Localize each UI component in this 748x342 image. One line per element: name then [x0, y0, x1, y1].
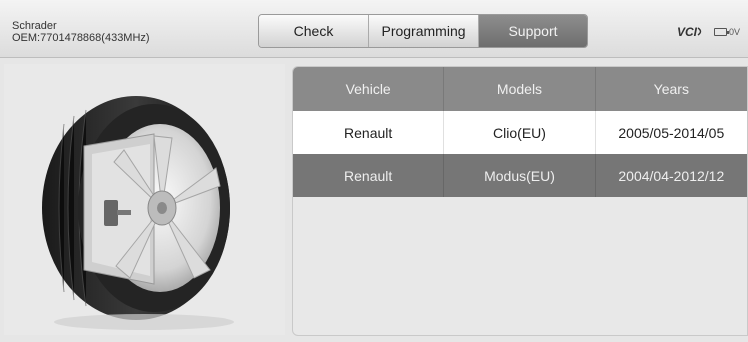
vci-indicator: VCI — [677, 25, 704, 39]
vci-signal-icon — [697, 27, 702, 36]
table-header: Vehicle Models Years — [293, 67, 747, 111]
support-table: Vehicle Models Years Renault Clio(EU) 20… — [292, 66, 748, 336]
battery-status: 0V — [713, 27, 740, 37]
illustration-panel — [4, 64, 285, 335]
cell-model: Modus(EU) — [444, 154, 596, 197]
cell-vehicle: Renault — [293, 154, 445, 197]
sensor-info: Schrader OEM:7701478868(433MHz) — [12, 20, 150, 44]
battery-icon — [713, 28, 729, 36]
status-area: VCI 0V — [677, 25, 740, 39]
cell-years: 2005/05-2014/05 — [618, 124, 725, 141]
column-years: Years — [653, 81, 689, 97]
column-vehicle: Vehicle — [293, 67, 445, 111]
top-bar: Schrader OEM:7701478868(433MHz) Check Pr… — [0, 0, 748, 58]
sensor-brand: Schrader — [12, 20, 57, 32]
vci-label: VCI — [676, 25, 697, 39]
tire-wheel-image — [42, 96, 234, 330]
tab-bar: Check Programming Support — [258, 14, 588, 48]
tab-check[interactable]: Check — [259, 15, 369, 47]
oem-number: OEM:7701478868(433MHz) — [12, 32, 150, 44]
cell-model: Clio(EU) — [444, 111, 596, 154]
cell-vehicle: Renault — [293, 111, 445, 154]
battery-voltage: 0V — [728, 27, 740, 37]
tab-support[interactable]: Support — [479, 15, 587, 47]
cell-years: 2004/04-2012/12 — [618, 167, 725, 184]
column-models: Models — [444, 67, 596, 111]
table-row[interactable]: Renault Clio(EU) 2005/05-2014/05 — [293, 111, 747, 154]
table-row[interactable]: Renault Modus(EU) 2004/04-2012/12 — [293, 154, 747, 197]
tab-programming[interactable]: Programming — [369, 15, 479, 47]
